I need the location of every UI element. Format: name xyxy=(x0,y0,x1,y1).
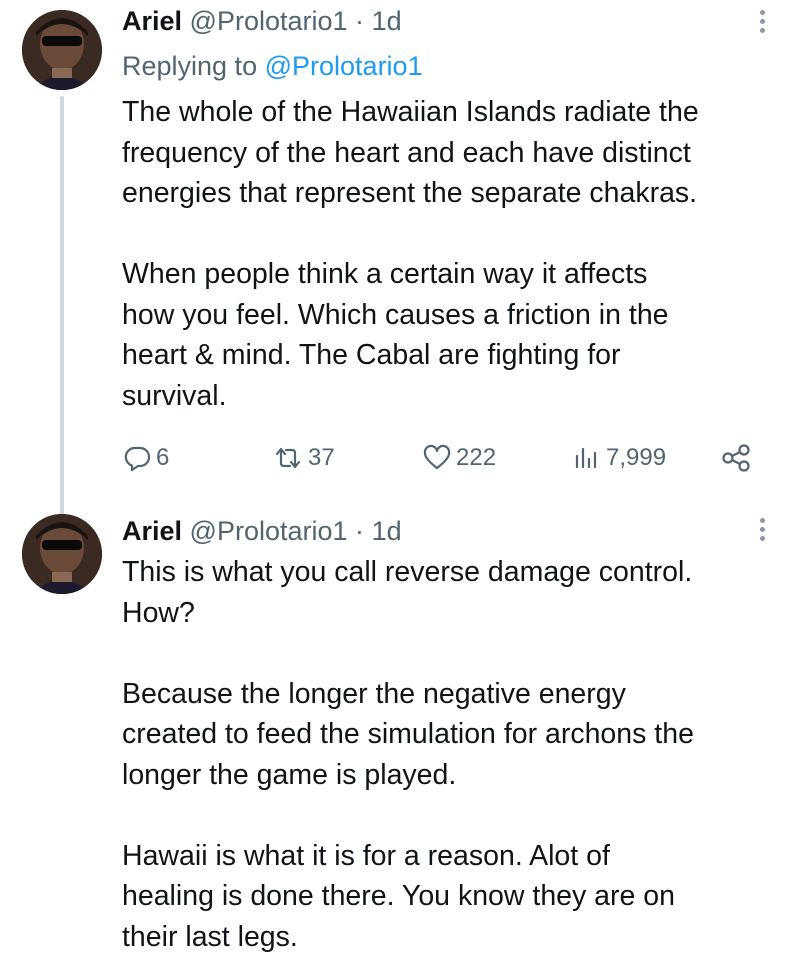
like-count: 222 xyxy=(456,444,497,471)
tweet-paragraph: Because the longer the negative energy c… xyxy=(122,677,694,791)
timestamp[interactable]: 1d xyxy=(372,6,402,36)
views-button[interactable]: 7,999 xyxy=(572,438,666,478)
author-handle[interactable]: @Prolotario1 xyxy=(190,6,348,36)
tweet[interactable]: Ariel @Prolotario1 · 1d Replying to @Pro… xyxy=(0,0,800,516)
tweet-text: The whole of the Hawaiian Islands radiat… xyxy=(122,92,782,416)
separator-dot: · xyxy=(355,6,365,36)
reply-button[interactable]: 6 xyxy=(122,438,169,478)
heart-icon xyxy=(423,444,451,470)
tweet[interactable]: Ariel @Prolotario1 · 1d This is what you… xyxy=(0,500,800,967)
reply-icon xyxy=(124,446,151,472)
timestamp[interactable]: 1d xyxy=(372,516,402,546)
retweet-icon xyxy=(275,447,301,469)
views-chart-icon xyxy=(575,447,597,469)
like-button[interactable]: 222 xyxy=(422,438,496,478)
tweet-text: This is what you call reverse damage con… xyxy=(122,552,782,957)
action-bar: 6 37 222 7,999 xyxy=(122,438,762,478)
retweet-count: 37 xyxy=(308,444,335,471)
more-vertical-icon[interactable] xyxy=(760,10,766,38)
avatar-image xyxy=(22,514,102,594)
tweet-paragraph: The whole of the Hawaiian Islands radiat… xyxy=(122,96,699,209)
separator-dot: · xyxy=(355,516,365,546)
retweet-button[interactable]: 37 xyxy=(272,438,335,478)
tweet-header: Ariel @Prolotario1 · 1d xyxy=(122,514,402,548)
replying-to: Replying to @Prolotario1 xyxy=(122,48,423,84)
author-name[interactable]: Ariel xyxy=(122,6,182,36)
thread-connector-line xyxy=(60,96,64,516)
share-button[interactable] xyxy=(720,438,752,478)
tweet-header: Ariel @Prolotario1 · 1d xyxy=(122,4,402,38)
replying-prefix: Replying to xyxy=(122,51,258,81)
avatar-image xyxy=(22,10,102,90)
replying-to-mention[interactable]: @Prolotario1 xyxy=(265,51,423,81)
more-vertical-icon[interactable] xyxy=(760,518,766,546)
author-handle[interactable]: @Prolotario1 xyxy=(190,516,348,546)
tweet-paragraph: Hawaii is what it is for a reason. Alot … xyxy=(122,839,675,953)
tweet-paragraph: When people think a certain way it affec… xyxy=(122,258,669,412)
author-name[interactable]: Ariel xyxy=(122,516,182,546)
views-count: 7,999 xyxy=(606,444,667,471)
avatar[interactable] xyxy=(22,10,102,90)
tweet-paragraph: This is what you call reverse damage con… xyxy=(122,556,693,629)
reply-count: 6 xyxy=(156,444,170,471)
share-icon xyxy=(722,444,750,472)
avatar[interactable] xyxy=(22,514,102,594)
